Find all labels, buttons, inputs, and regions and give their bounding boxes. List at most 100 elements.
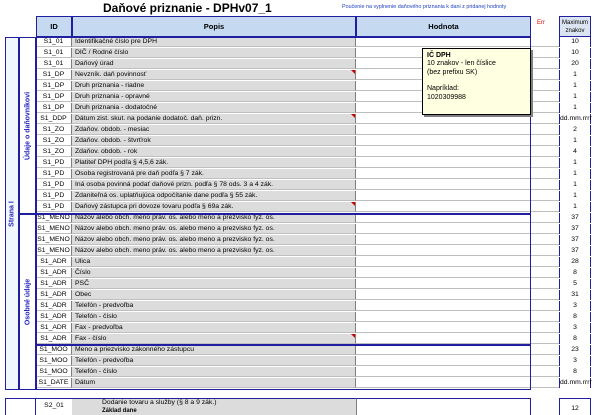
row-value-input[interactable] (356, 125, 566, 135)
row-id: S1_01 (36, 48, 72, 58)
row-value-input[interactable] (356, 268, 566, 278)
row-value-input[interactable] (356, 279, 566, 289)
row-value-input[interactable] (356, 158, 566, 168)
row-value-input[interactable] (356, 37, 566, 47)
row-value-input[interactable] (356, 169, 566, 179)
row-max: 5 (559, 279, 591, 289)
tooltip-line2: (bez prefixu SK) (427, 68, 478, 76)
table-row: S1_ADR PSČ 5 (36, 279, 591, 289)
help-link[interactable]: Poučenie na vyplnenie daňového priznania… (342, 4, 506, 10)
header-popis: Popis (72, 16, 356, 37)
row-id: S1_MOO (36, 345, 72, 355)
table-row: S1_ZO Zdaňov. obdob. - štvrťrok 1 (36, 136, 591, 146)
row-desc: Iná osoba povinná podať daňové prizn. po… (72, 180, 356, 190)
row-value-input[interactable] (356, 191, 566, 201)
row-max: 1 (559, 202, 591, 212)
row-max: 3 (559, 356, 591, 366)
row-value-input[interactable] (356, 213, 566, 223)
row-value-input[interactable] (356, 114, 566, 124)
table-row: S1_ADR Fax - číslo 8 (36, 334, 591, 344)
page-title: Daňové priznanie - DPHv07_1 (103, 1, 272, 15)
table-row: S1_MENO Názov alebo obch. meno práv. os. … (36, 224, 591, 234)
table-row: S1_ADR Telefón - číslo 8 (36, 312, 591, 322)
table-row: S1_MOO Telefón - predvoľba 3 (36, 356, 591, 366)
row-max: 23 (559, 345, 591, 355)
row-value-input[interactable] (356, 246, 566, 256)
row-id: S1_DATE (36, 378, 72, 388)
bottom-value[interactable] (356, 398, 531, 415)
row-max: 1 (559, 191, 591, 201)
row-desc: Fax - číslo (72, 334, 356, 344)
row-value-input[interactable] (356, 367, 566, 377)
row-id: S1_ADR (36, 290, 72, 300)
row-desc: Platiteľ DPH podľa § 4,5,6 zák. (72, 158, 356, 168)
row-max: dd.mm.rrrr (559, 114, 592, 124)
row-id: S1_ZO (36, 136, 72, 146)
row-value-input[interactable] (356, 290, 566, 300)
row-desc: Obec (72, 290, 356, 300)
row-value-input[interactable] (356, 136, 566, 146)
row-desc: Telefón - predvoľba (72, 356, 356, 366)
row-value-input[interactable] (356, 147, 566, 157)
row-max: 8 (559, 334, 591, 344)
row-max: 3 (559, 301, 591, 311)
row-max: 1 (559, 180, 591, 190)
row-desc: Názov alebo obch. meno práv. os. alebo m… (72, 246, 356, 256)
row-max: 28 (559, 257, 591, 267)
row-id: S1_01 (36, 37, 72, 47)
row-max: 2 (559, 125, 591, 135)
row-desc: Nevzník. daň povinnosť (72, 70, 356, 80)
table-row: S1_DDP Dátum zist. skut. na podanie dodat… (36, 114, 592, 124)
table-row: S1_MOO Telefón - číslo 8 (36, 367, 591, 377)
row-max: 8 (559, 312, 591, 322)
row-desc: Zdaňov. obdob. - štvrťrok (72, 136, 356, 146)
table-row: S1_MENO Názov alebo obch. meno práv. os. … (36, 246, 591, 256)
row-max: 8 (559, 367, 591, 377)
table-row: S1_ZO Zdaňov. obdob. - mesiac 2 (36, 125, 591, 135)
table-row: S1_MOO Meno a priezvisko zákonného zástup… (36, 345, 591, 355)
row-max: 20 (559, 59, 591, 69)
row-desc: Osoba registrovaná pre daň podľa § 7 zák… (72, 169, 356, 179)
row-value-input[interactable] (356, 202, 566, 212)
row-desc: Meno a priezvisko zákonného zástupcu (72, 345, 356, 355)
row-value-input[interactable] (356, 301, 566, 311)
row-desc: Názov alebo obch. meno práv. os. alebo m… (72, 224, 356, 234)
row-value-input[interactable] (356, 235, 566, 245)
row-value-input[interactable] (356, 312, 566, 322)
tooltip-line3: Napríklad: (427, 85, 459, 93)
row-desc: Telefón - číslo (72, 312, 356, 322)
row-id: S1_ADR (36, 257, 72, 267)
row-desc: Dátum zist. skut. na podanie dodatoč. da… (72, 114, 356, 124)
table-row: S1_PD Zdaniteľná os. uplatňujúca odpočíta… (36, 191, 591, 201)
row-value-input[interactable] (356, 180, 566, 190)
tooltip-line1: 10 znakov - len číslice (427, 60, 496, 68)
row-value-input[interactable] (356, 345, 566, 355)
row-value-input[interactable] (356, 323, 566, 333)
table-row: S1_PD Platiteľ DPH podľa § 4,5,6 zák. 1 (36, 158, 591, 168)
table-row: S1_ADR Ulica 28 (36, 257, 591, 267)
row-id: S1_MENO (36, 235, 72, 245)
row-id: S1_01 (36, 59, 72, 69)
section-udaje-label: Údaje o daňovníkovi (24, 91, 31, 160)
row-value-input[interactable] (356, 378, 566, 388)
header-id: ID (36, 16, 72, 37)
row-desc: Názov alebo obch. meno práv. os. alebo m… (72, 213, 356, 223)
row-max: 37 (559, 235, 591, 245)
row-desc: PSČ (72, 279, 356, 289)
row-value-input[interactable] (356, 334, 566, 344)
tooltip: IČ DPH 10 znakov - len číslice (bez pref… (422, 48, 531, 115)
table-row: S1_ADR Telefón - predvoľba 3 (36, 301, 591, 311)
row-max: 1 (559, 92, 591, 102)
row-id: S1_DP (36, 81, 72, 91)
row-desc: Ulica (72, 257, 356, 267)
row-id: S1_DP (36, 103, 72, 113)
row-value-input[interactable] (356, 224, 566, 234)
row-max: 4 (559, 147, 591, 157)
table-row: S1_MENO Názov alebo obch. meno práv. os. … (36, 235, 591, 245)
section-udaje: Údaje o daňovníkovi (19, 37, 36, 214)
row-value-input[interactable] (356, 257, 566, 267)
row-desc: Zdaňov. obdob. - rok (72, 147, 356, 157)
tooltip-title: IČ DPH (427, 52, 451, 59)
row-value-input[interactable] (356, 356, 566, 366)
row-max: 1 (559, 70, 591, 80)
